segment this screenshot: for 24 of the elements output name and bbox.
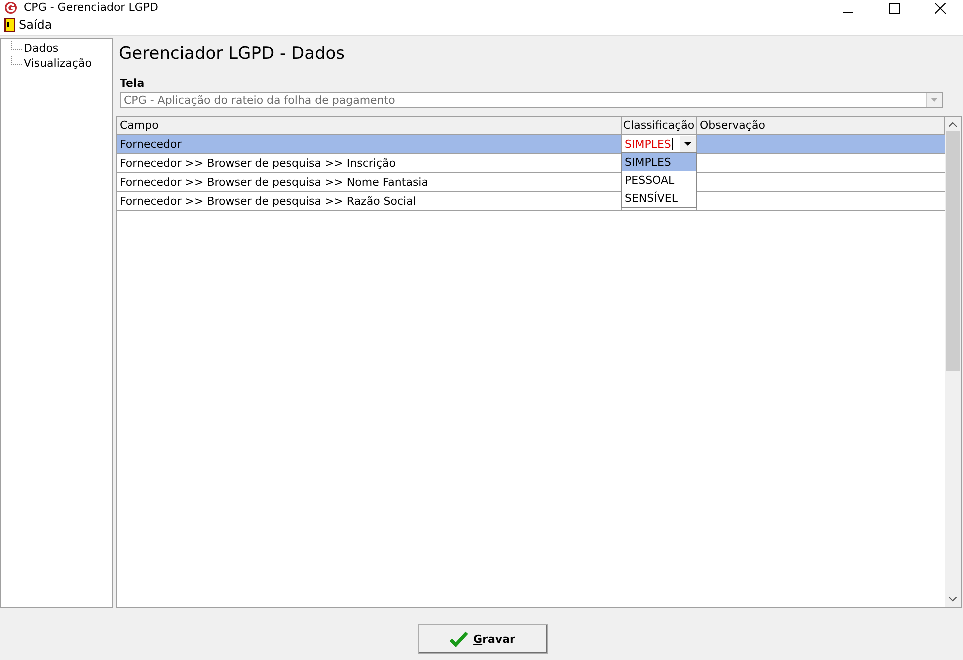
scroll-down-icon[interactable] [949,597,957,602]
minimize-icon [843,12,853,14]
save-button[interactable]: Gravar [418,624,548,654]
screen-select[interactable]: CPG - Aplicação do rateio da folha de pagamento [120,92,943,108]
close-icon [934,3,946,14]
column-header[interactable]: Campo [117,117,622,134]
tree-item[interactable]: Visualização [22,57,94,70]
page-heading: Gerenciador LGPD - Dados [119,44,346,64]
exit-menu-item[interactable]: Saída [0,18,56,32]
field-label: Tela [120,77,146,90]
table-cell: Fornecedor [117,135,622,153]
column-header[interactable]: Observação [697,117,945,134]
column-header[interactable]: Classificação [622,117,697,134]
door-icon [4,18,15,32]
scroll-up-icon[interactable] [949,122,957,127]
tree-item[interactable]: Dados [22,42,61,55]
caret-icon [684,142,692,146]
text-cursor [672,138,674,150]
maximize-icon [888,3,900,14]
dropdown-option[interactable]: SIMPLES [622,153,696,171]
caret-icon [931,98,938,102]
scrollbar[interactable] [945,117,961,608]
window-title: CPG - Gerenciador LGPD [24,2,158,14]
checkmark-icon [450,631,468,648]
